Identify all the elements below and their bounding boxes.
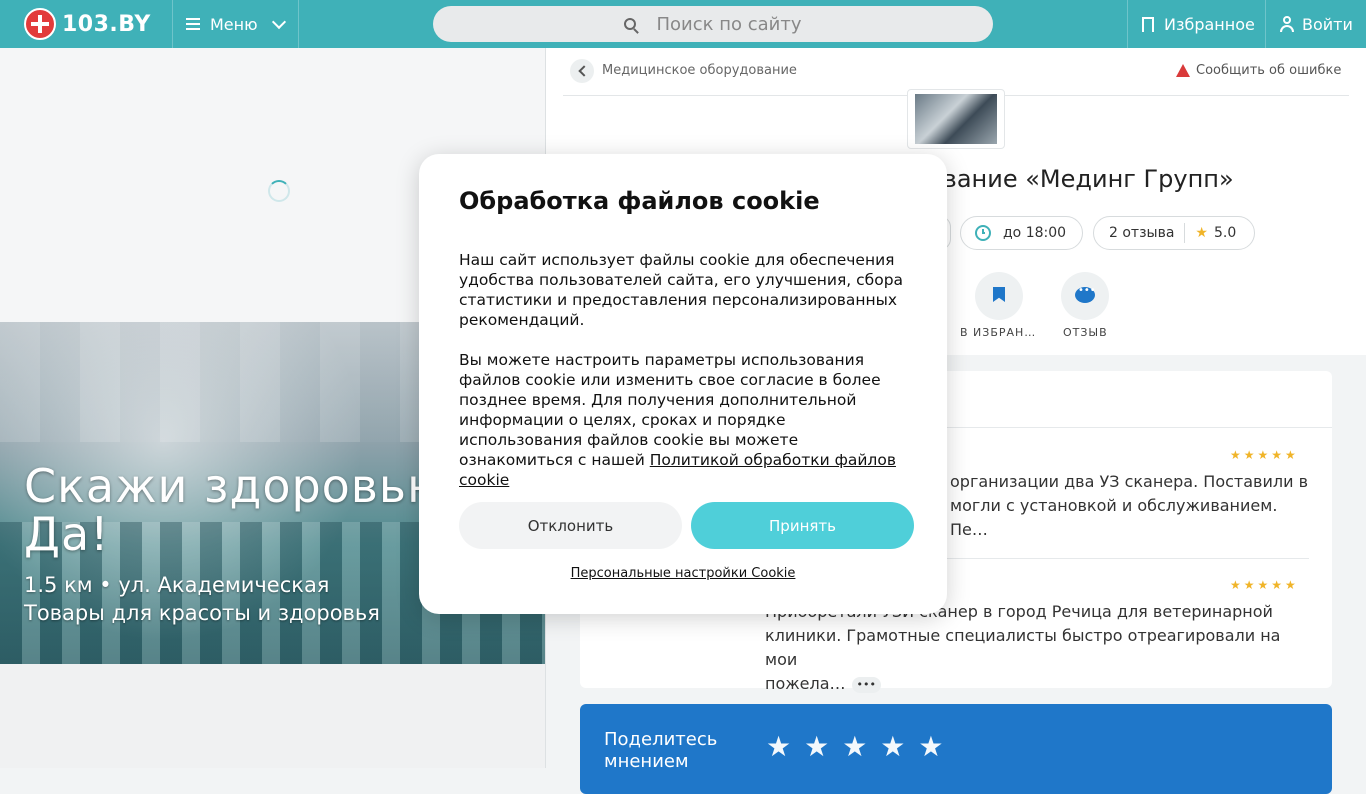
cookie-dialog-title: Обработка файлов cookie: [459, 187, 820, 215]
cookie-consent-dialog: Обработка файлов cookie Наш сайт использ…: [419, 154, 947, 614]
favorites-label: Избранное: [1164, 14, 1255, 34]
red-cross-icon: [24, 8, 56, 40]
cookie-settings-link[interactable]: Персональные настройки Cookie: [419, 566, 947, 581]
chevron-down-icon: [271, 14, 286, 30]
menu-button[interactable]: Меню: [186, 0, 286, 48]
login-link[interactable]: Войти: [1280, 0, 1353, 48]
decline-cookies-button[interactable]: Отклонить: [459, 502, 682, 549]
header-divider: [298, 0, 299, 48]
favorites-link[interactable]: Избранное: [1142, 0, 1255, 48]
search-icon: [624, 18, 637, 30]
cookie-dialog-text: Вы можете настроить параметры использова…: [459, 350, 909, 490]
logo-text: 103.BY: [62, 11, 151, 37]
cookie-dialog-text: Наш сайт использует файлы cookie для обе…: [459, 251, 904, 329]
login-label: Войти: [1302, 14, 1353, 34]
search-placeholder: Поиск по сайту: [656, 13, 802, 35]
menu-label: Меню: [210, 14, 258, 34]
top-header: 103.BY Меню Поиск по сайту Избранное Вой…: [0, 0, 1366, 48]
accept-cookies-button[interactable]: Принять: [691, 502, 914, 549]
header-divider: [1127, 0, 1128, 48]
header-divider: [172, 0, 173, 48]
bookmark-icon: [1142, 16, 1154, 32]
hamburger-icon: [186, 18, 200, 30]
header-divider: [1265, 0, 1266, 48]
user-icon: [1280, 16, 1294, 32]
site-logo[interactable]: 103.BY: [24, 8, 151, 40]
search-input[interactable]: Поиск по сайту: [433, 6, 993, 42]
